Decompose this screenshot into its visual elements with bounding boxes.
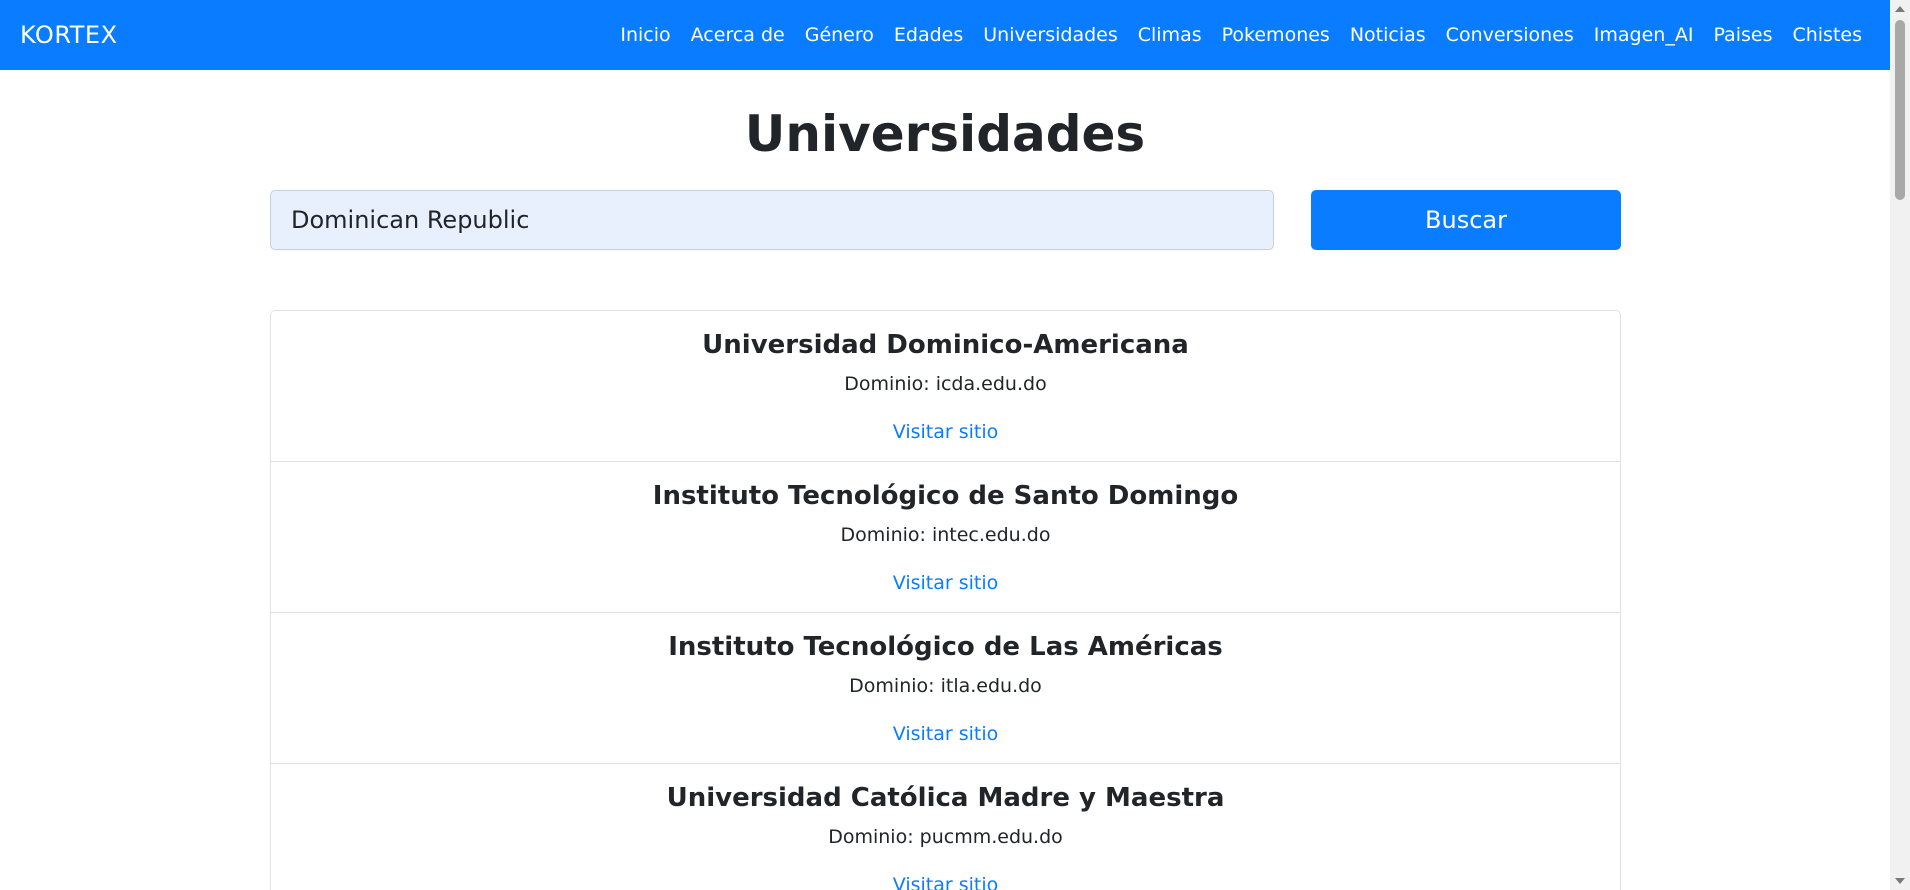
scroll-down-icon[interactable] — [1895, 878, 1905, 884]
university-name: Instituto Tecnológico de Las Américas — [668, 632, 1223, 662]
nav-link-chistes[interactable]: Chistes — [1792, 24, 1862, 46]
university-domain: Dominio: pucmm.edu.do — [828, 826, 1063, 848]
nav-link-conversiones[interactable]: Conversiones — [1446, 24, 1574, 46]
list-item: Universidad Católica Madre y Maestra Dom… — [271, 764, 1620, 890]
results-list: Universidad Dominico-Americana Dominio: … — [270, 310, 1621, 890]
page: KORTEX Inicio Acerca de Género Edades Un… — [0, 0, 1890, 890]
search-button[interactable]: Buscar — [1311, 190, 1621, 250]
list-item: Instituto Tecnológico de Las Américas Do… — [271, 613, 1620, 764]
nav-link-genero[interactable]: Género — [805, 24, 874, 46]
university-domain: Dominio: intec.edu.do — [840, 524, 1051, 546]
page-title: Universidades — [744, 105, 1146, 163]
list-item: Instituto Tecnológico de Santo Domingo D… — [271, 462, 1620, 613]
university-name: Universidad Católica Madre y Maestra — [666, 783, 1225, 813]
brand-logo[interactable]: KORTEX — [20, 21, 118, 49]
visit-site-link[interactable]: Visitar sitio — [893, 419, 999, 445]
nav-link-universidades[interactable]: Universidades — [983, 24, 1118, 46]
nav-link-noticias[interactable]: Noticias — [1350, 24, 1426, 46]
nav-link-inicio[interactable]: Inicio — [620, 24, 670, 46]
nav-link-climas[interactable]: Climas — [1138, 24, 1202, 46]
scroll-thumb[interactable] — [1895, 20, 1905, 200]
nav-link-edades[interactable]: Edades — [894, 24, 963, 46]
visit-site-link[interactable]: Visitar sitio — [893, 570, 999, 596]
scroll-up-icon[interactable] — [1895, 6, 1905, 12]
visit-site-link[interactable]: Visitar sitio — [893, 872, 999, 890]
nav-links: Inicio Acerca de Género Edades Universid… — [620, 24, 1862, 46]
nav-link-paises[interactable]: Paises — [1713, 24, 1772, 46]
nav-link-pokemones[interactable]: Pokemones — [1222, 24, 1330, 46]
vertical-scrollbar[interactable] — [1890, 0, 1910, 890]
university-name: Universidad Dominico-Americana — [702, 330, 1189, 360]
visit-site-link[interactable]: Visitar sitio — [893, 721, 999, 747]
nav-link-imagen-ai[interactable]: Imagen_AI — [1594, 24, 1694, 46]
university-name: Instituto Tecnológico de Santo Domingo — [652, 481, 1239, 511]
search-row: Buscar — [270, 190, 1621, 250]
university-domain: Dominio: icda.edu.do — [844, 373, 1047, 395]
search-input[interactable] — [270, 190, 1274, 250]
navbar: KORTEX Inicio Acerca de Género Edades Un… — [0, 0, 1890, 70]
nav-link-acerca-de[interactable]: Acerca de — [691, 24, 785, 46]
browser-viewport: KORTEX Inicio Acerca de Género Edades Un… — [0, 0, 1910, 890]
university-domain: Dominio: itla.edu.do — [849, 675, 1042, 697]
list-item: Universidad Dominico-Americana Dominio: … — [271, 311, 1620, 462]
